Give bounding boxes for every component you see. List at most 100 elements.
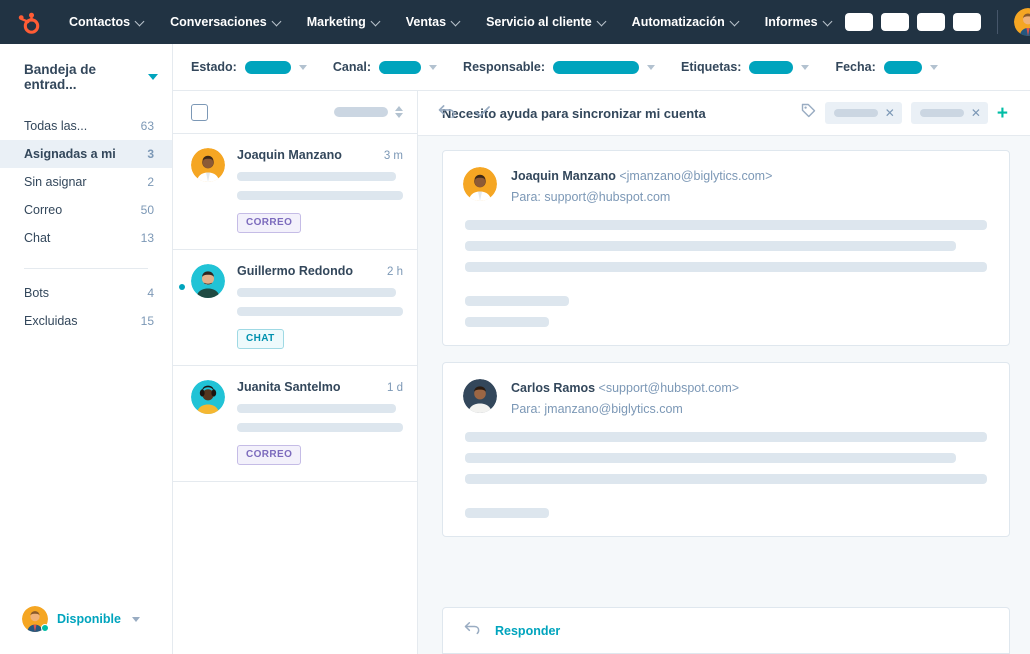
sidebar-item-chat[interactable]: Chat 13 — [0, 224, 172, 252]
channel-badge: CHAT — [237, 329, 284, 349]
nav-label: Servicio al cliente — [486, 15, 592, 29]
message-to-label: Para: — [511, 190, 541, 204]
caret-down-icon — [647, 64, 656, 70]
tag-chip[interactable]: ✕ — [910, 102, 988, 124]
filter-fecha[interactable]: Fecha: — [835, 60, 938, 74]
filter-responsable[interactable]: Responsable: — [463, 60, 656, 74]
nav-action-button-3[interactable] — [916, 13, 945, 31]
sidebar: Bandeja de entrad... Todas las... 63 Asi… — [0, 44, 173, 654]
reply-button[interactable]: Responder — [442, 607, 1010, 654]
reply-arrow-icon[interactable] — [437, 104, 456, 124]
filter-etiquetas[interactable]: Etiquetas: — [681, 60, 810, 74]
nav-item-marketing[interactable]: Marketing — [294, 0, 393, 44]
caret-down-icon — [148, 74, 158, 80]
sidebar-item-excluidas[interactable]: Excluidas 15 — [0, 307, 172, 335]
contact-avatar — [191, 264, 225, 298]
tag-label-placeholder — [833, 109, 878, 117]
nav-item-automatizacion[interactable]: Automatización — [619, 0, 752, 44]
select-all-checkbox[interactable] — [191, 103, 208, 121]
nav-action-button-2[interactable] — [880, 13, 909, 31]
message-line-placeholder — [465, 296, 570, 306]
filter-label: Canal: — [332, 60, 372, 74]
sidebar-divider — [24, 268, 148, 269]
nav-label: Contactos — [69, 15, 131, 29]
inbox-selector[interactable]: Bandeja de entrad... — [0, 44, 172, 108]
caret-down-icon — [801, 64, 810, 70]
filter-estado[interactable]: Estado: — [191, 60, 307, 74]
sort-control[interactable] — [334, 106, 403, 118]
sidebar-item-count: 3 — [147, 147, 154, 161]
checkmark-icon[interactable] — [473, 104, 492, 124]
close-icon[interactable]: ✕ — [885, 107, 895, 119]
sidebar-item-label: Excluidas — [24, 314, 78, 328]
channel-badge: CORREO — [237, 445, 302, 465]
tag-chip[interactable]: ✕ — [824, 102, 902, 124]
hubspot-sprocket-logo-icon[interactable] — [12, 7, 42, 37]
sidebar-item-count: 15 — [140, 314, 154, 328]
sidebar-item-label: Asignadas a mi — [24, 147, 116, 161]
nav-item-servicio-al-cliente[interactable]: Servicio al cliente — [473, 0, 619, 44]
conversation-actions-toolbar — [437, 104, 492, 124]
filter-value-placeholder — [379, 60, 422, 74]
conversation-summary: Juanita Santelmo 1 d CORREO — [237, 380, 403, 465]
filter-value-placeholder — [883, 60, 922, 74]
availability-status[interactable]: Disponible — [0, 592, 172, 654]
agent-avatar — [463, 379, 497, 413]
app-body: Bandeja de entrad... Todas las... 63 Asi… — [0, 44, 1030, 654]
nav-label: Informes — [764, 15, 818, 29]
conversation-list-toolbar — [173, 91, 417, 134]
filter-label: Fecha: — [835, 60, 876, 74]
chevron-down-icon — [273, 17, 281, 25]
tag-icon[interactable] — [801, 103, 816, 123]
sidebar-item-label: Sin asignar — [24, 175, 87, 189]
channel-badge: CORREO — [237, 213, 302, 233]
nav-action-button-1[interactable] — [844, 13, 873, 31]
add-tag-button[interactable]: + — [997, 104, 1008, 123]
main-menu: Contactos Conversaciones Marketing Venta… — [56, 0, 845, 44]
message-to-email: jmanzano@biglytics.com — [544, 402, 683, 416]
nav-action-button-4[interactable] — [952, 13, 981, 31]
unread-indicator-icon — [179, 284, 185, 290]
sidebar-item-sin-asignar[interactable]: Sin asignar 2 — [0, 168, 172, 196]
app-root: Contactos Conversaciones Marketing Venta… — [0, 0, 1030, 654]
reply-arrow-icon — [463, 621, 481, 640]
sidebar-item-asignadas-a-mi[interactable]: Asignadas a mi 3 — [0, 140, 172, 168]
filter-canal[interactable]: Canal: — [332, 60, 438, 74]
message-to-email: support@hubspot.com — [544, 190, 671, 204]
message-sender-email: <support@hubspot.com> — [598, 381, 740, 395]
sidebar-item-bots[interactable]: Bots 4 — [0, 279, 172, 307]
conversation-list-item[interactable]: Guillermo Redondo 2 h CHAT — [173, 250, 417, 366]
sidebar-item-count: 4 — [147, 286, 154, 300]
nav-label: Marketing — [306, 15, 366, 29]
tag-label-placeholder — [919, 109, 964, 117]
sort-value-placeholder — [334, 107, 388, 117]
sidebar-item-correo[interactable]: Correo 50 — [0, 196, 172, 224]
filter-value-placeholder — [244, 60, 291, 74]
chevron-down-icon — [731, 17, 739, 25]
sidebar-item-todas-las[interactable]: Todas las... 63 — [0, 112, 172, 140]
conversation-list-item[interactable]: Joaquin Manzano 3 m CORREO — [173, 134, 417, 250]
nav-label: Conversaciones — [170, 15, 267, 29]
conversation-summary: Joaquin Manzano 3 m CORREO — [237, 148, 403, 233]
nav-item-ventas[interactable]: Ventas — [393, 0, 473, 44]
conversation-list-item[interactable]: Juanita Santelmo 1 d CORREO — [173, 366, 417, 482]
conversation-preview-placeholder — [237, 307, 403, 316]
top-navigation-bar: Contactos Conversaciones Marketing Venta… — [0, 0, 1030, 44]
nav-item-contactos[interactable]: Contactos — [56, 0, 157, 44]
filter-value-placeholder — [749, 60, 794, 74]
conversation-contact-name: Joaquin Manzano — [237, 148, 342, 162]
caret-down-icon — [298, 64, 307, 70]
message-card: Carlos Ramos <support@hubspot.com> Para:… — [442, 362, 1010, 537]
sidebar-item-label: Todas las... — [24, 119, 88, 133]
nav-item-conversaciones[interactable]: Conversaciones — [157, 0, 294, 44]
workspace: Estado: Canal: Responsable: Etiquetas: F… — [173, 44, 1030, 654]
filter-label: Responsable: — [463, 60, 546, 74]
caret-down-icon — [131, 616, 140, 622]
contact-avatar — [191, 380, 225, 414]
close-icon[interactable]: ✕ — [971, 107, 981, 119]
account-menu[interactable] — [1013, 8, 1030, 36]
conversation-contact-name: Juanita Santelmo — [237, 380, 341, 394]
message-body — [463, 204, 989, 327]
status-avatar-wrap — [22, 606, 49, 632]
nav-item-informes[interactable]: Informes — [752, 0, 845, 44]
